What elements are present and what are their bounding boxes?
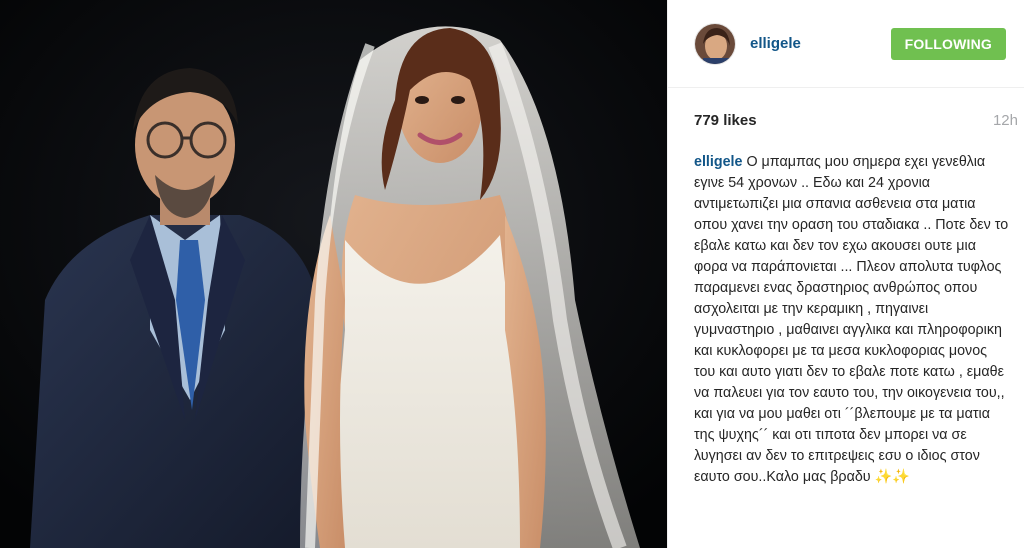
caption-username-link[interactable]: elligele [694,154,742,170]
post-header: elligele FOLLOWING [668,0,1024,88]
post-timestamp[interactable]: 12h [993,112,1018,129]
post-sidebar: elligele FOLLOWING 779 likes 12h elligel… [667,0,1024,548]
likes-count[interactable]: 779 likes [694,112,757,129]
instagram-post-view: elligele FOLLOWING 779 likes 12h elligel… [0,0,1024,548]
post-photo[interactable] [0,0,667,548]
username-link[interactable]: elligele [750,35,891,52]
caption-text: Ο μπαμπας μου σημερα εχει γενεθλια εγινε… [694,154,1009,485]
wedding-photo [0,0,667,548]
profile-photo-icon [695,23,735,64]
post-stats: 779 likes 12h [668,88,1024,152]
avatar[interactable] [694,22,736,65]
post-caption: elligele Ο μπαμπας μου σημερα εχει γενεθ… [668,152,1024,488]
following-button[interactable]: FOLLOWING [890,27,1006,60]
